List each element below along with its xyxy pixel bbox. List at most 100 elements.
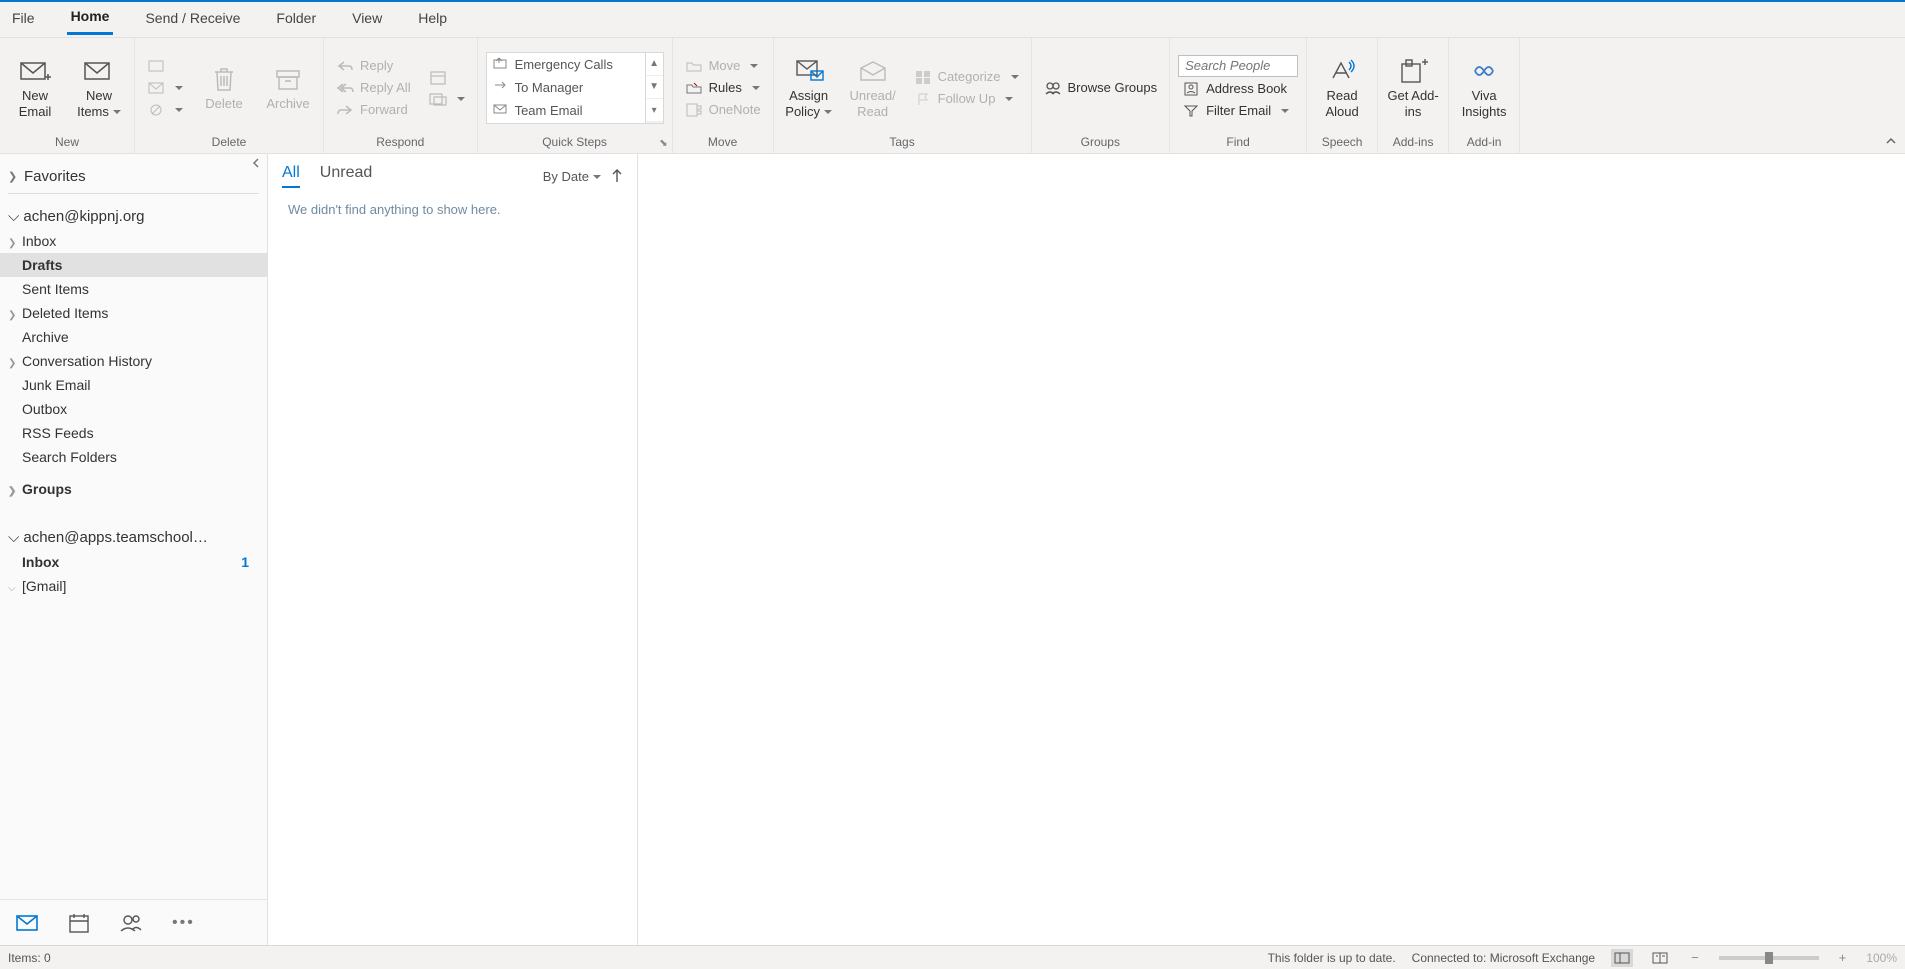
qs-team-email[interactable]: Team Email	[487, 99, 645, 122]
read-aloud-icon	[1325, 56, 1359, 86]
chevron-down-icon: ⌵	[8, 208, 19, 225]
categorize-button[interactable]: Categorize	[910, 67, 1023, 87]
nav-calendar[interactable]	[68, 912, 90, 934]
viva-icon	[1467, 56, 1501, 86]
qs-scroll: ▲ ▼ ▾	[646, 52, 664, 124]
folder-inbox[interactable]: ❯Inbox	[0, 229, 267, 253]
unread-read-button[interactable]: Unread/ Read	[846, 54, 900, 121]
view-reading-button[interactable]	[1649, 949, 1671, 967]
filter-tab-all[interactable]: All	[282, 164, 300, 188]
groups-node[interactable]: ❯Groups	[0, 477, 267, 501]
qs-emergency[interactable]: Emergency Calls	[487, 53, 645, 76]
account-header-2[interactable]: ⌵ achen@apps.teamschool…	[0, 519, 267, 550]
zoom-slider[interactable]	[1719, 956, 1819, 960]
browse-groups-icon	[1044, 80, 1062, 96]
menu-view[interactable]: View	[348, 6, 386, 34]
get-addins-button[interactable]: Get Add-ins	[1386, 54, 1440, 121]
group-addin-label: Add-in	[1457, 133, 1511, 151]
cleanup-button[interactable]	[143, 78, 187, 98]
folder-conversation-history[interactable]: ❯Conversation History	[0, 349, 267, 373]
sort-by-date[interactable]: By Date	[543, 169, 601, 184]
read-aloud-button[interactable]: Read Aloud	[1315, 54, 1369, 121]
status-bar: Items: 0 This folder is up to date. Conn…	[0, 945, 1905, 969]
account-header-1[interactable]: ⌵ achen@kippnj.org	[0, 198, 267, 229]
view-normal-button[interactable]	[1611, 949, 1633, 967]
group-addins-label: Add-ins	[1386, 133, 1440, 151]
nav-people[interactable]	[120, 912, 142, 934]
empty-message: We didn't find anything to show here.	[268, 194, 637, 225]
menu-home[interactable]: Home	[67, 4, 114, 35]
move-to-folder-icon	[493, 57, 509, 71]
folder-sent-items[interactable]: Sent Items	[0, 277, 267, 301]
folder-deleted-items[interactable]: ❯Deleted Items	[0, 301, 267, 325]
new-items-button[interactable]: New Items	[72, 54, 126, 121]
new-email-label: New Email	[8, 88, 62, 119]
follow-up-button[interactable]: Follow Up	[910, 89, 1023, 109]
filter-email-button[interactable]: Filter Email	[1178, 101, 1298, 121]
get-addins-label: Get Add-ins	[1386, 88, 1440, 119]
rules-button[interactable]: Rules	[681, 78, 765, 98]
reply-all-button[interactable]: Reply All	[332, 78, 415, 98]
zoom-out-button[interactable]: −	[1687, 950, 1703, 965]
zoom-in-button[interactable]: +	[1835, 950, 1851, 965]
menu-send-receive[interactable]: Send / Receive	[141, 6, 244, 34]
group-groups-label: Groups	[1040, 133, 1162, 151]
quick-steps-gallery[interactable]: Emergency Calls To Manager Team Email	[486, 52, 646, 124]
more-respond-button[interactable]	[425, 89, 469, 109]
assign-policy-label: Assign Policy	[782, 88, 836, 119]
meeting-icon	[429, 69, 447, 85]
folder-outbox[interactable]: Outbox	[0, 397, 267, 421]
search-people-input[interactable]	[1178, 55, 1298, 77]
folder-gmail[interactable]: ⌵[Gmail]	[0, 574, 267, 598]
ignore-button[interactable]	[143, 56, 187, 76]
folder-inbox-2[interactable]: Inbox 1	[0, 550, 267, 574]
menu-folder[interactable]: Folder	[272, 6, 320, 34]
address-book-button[interactable]: Address Book	[1178, 79, 1298, 99]
ribbon-collapse-button[interactable]	[1885, 135, 1897, 147]
nav-mail[interactable]	[16, 912, 38, 934]
menu-help[interactable]: Help	[414, 6, 451, 34]
archive-icon	[271, 64, 305, 94]
folder-drafts[interactable]: Drafts	[0, 253, 267, 277]
archive-label: Archive	[266, 96, 309, 112]
quick-steps-launcher[interactable]: ⬊	[659, 138, 667, 149]
browse-groups-button[interactable]: Browse Groups	[1040, 78, 1162, 98]
nav-rail: •••	[0, 899, 267, 945]
assign-policy-button[interactable]: Assign Policy	[782, 54, 836, 121]
folder-search-folders[interactable]: Search Folders	[0, 445, 267, 469]
delete-button[interactable]: Delete	[197, 62, 251, 114]
group-delete: Delete Archive Delete	[135, 38, 324, 153]
group-respond-label: Respond	[332, 133, 469, 151]
qs-to-manager[interactable]: To Manager	[487, 76, 645, 99]
new-email-button[interactable]: New Email	[8, 54, 62, 121]
nav-more[interactable]: •••	[172, 914, 195, 932]
folder-archive[interactable]: Archive	[0, 325, 267, 349]
address-book-icon	[1182, 81, 1200, 97]
group-new-label: New	[8, 133, 126, 151]
filter-tab-unread[interactable]: Unread	[320, 164, 372, 188]
archive-button[interactable]: Archive	[261, 62, 315, 114]
menu-file[interactable]: File	[8, 6, 39, 34]
junk-button[interactable]	[143, 100, 187, 120]
folder-junk-email[interactable]: Junk Email	[0, 373, 267, 397]
filter-icon	[1182, 103, 1200, 119]
folder-rss-feeds[interactable]: RSS Feeds	[0, 421, 267, 445]
onenote-button[interactable]: OneNote	[681, 100, 765, 120]
reply-button[interactable]: Reply	[332, 56, 415, 76]
viva-insights-button[interactable]: Viva Insights	[1457, 54, 1511, 121]
read-aloud-label: Read Aloud	[1315, 88, 1369, 119]
sort-direction-button[interactable]	[611, 169, 623, 183]
move-button[interactable]: Move	[681, 56, 765, 76]
categorize-icon	[914, 69, 932, 85]
group-groups: Browse Groups Groups	[1032, 38, 1171, 153]
folder-pane-collapse[interactable]	[251, 158, 261, 168]
favorites-header[interactable]: ❯ Favorites	[0, 164, 267, 189]
qs-scroll-up[interactable]: ▲	[646, 53, 663, 76]
forward-button[interactable]: Forward	[332, 100, 415, 120]
qs-expand[interactable]: ▾	[646, 99, 663, 122]
delete-icon	[207, 64, 241, 94]
qs-scroll-down[interactable]: ▼	[646, 76, 663, 99]
meeting-button[interactable]	[425, 67, 469, 87]
status-connection: Connected to: Microsoft Exchange	[1412, 951, 1595, 965]
reading-pane	[638, 154, 1905, 945]
